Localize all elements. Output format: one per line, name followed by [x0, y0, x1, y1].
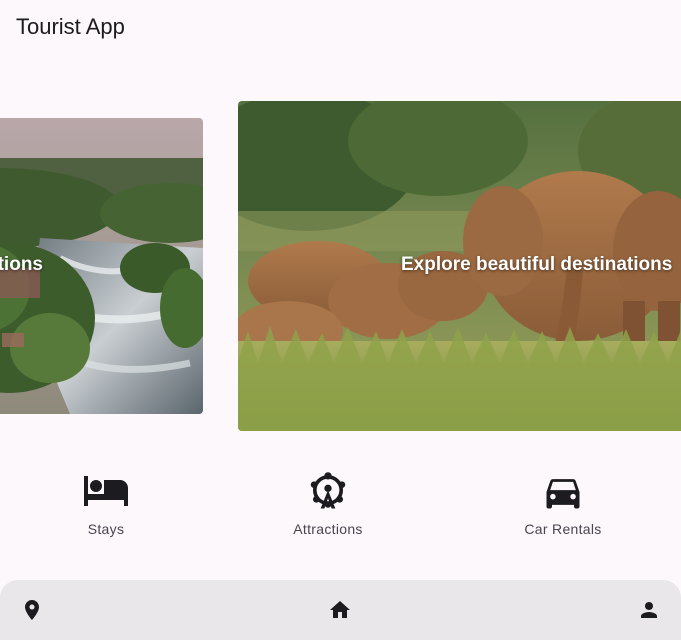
carousel-slide-current[interactable]: Explore beautiful destinations: [238, 101, 681, 431]
app-screen: Tourist App tions Explore beautiful dest…: [0, 0, 681, 640]
image-carousel[interactable]: Explore beautiful destinations: [0, 100, 681, 432]
nav-profile-button[interactable]: [637, 598, 661, 622]
category-label: Car Rentals: [524, 521, 602, 537]
category-label: Attractions: [293, 521, 363, 537]
nav-home-button[interactable]: [328, 598, 352, 622]
app-bar: Tourist App: [0, 0, 681, 56]
bottom-navigation-bar: [0, 580, 681, 640]
category-attractions[interactable]: Attractions: [268, 470, 388, 537]
category-row: Stays Attractions Car Rentals: [0, 470, 681, 540]
ferris-wheel-icon: [310, 472, 346, 509]
carousel-slide-previous[interactable]: Explore beautiful destinations: [0, 118, 203, 414]
carousel-caption: Explore beautiful destinations: [401, 254, 673, 275]
person-icon: [641, 602, 657, 618]
location-pin-icon: [25, 600, 39, 620]
home-icon: [330, 601, 350, 618]
car-icon: [546, 479, 580, 509]
app-title: Tourist App: [16, 14, 125, 39]
category-stays[interactable]: Stays: [46, 470, 166, 537]
category-car-rentals[interactable]: Car Rentals: [503, 470, 623, 537]
carousel-caption: Explore beautiful destinations: [0, 254, 43, 275]
category-label: Stays: [87, 521, 125, 537]
nav-location-button[interactable]: [20, 598, 44, 622]
bed-icon: [84, 476, 128, 506]
